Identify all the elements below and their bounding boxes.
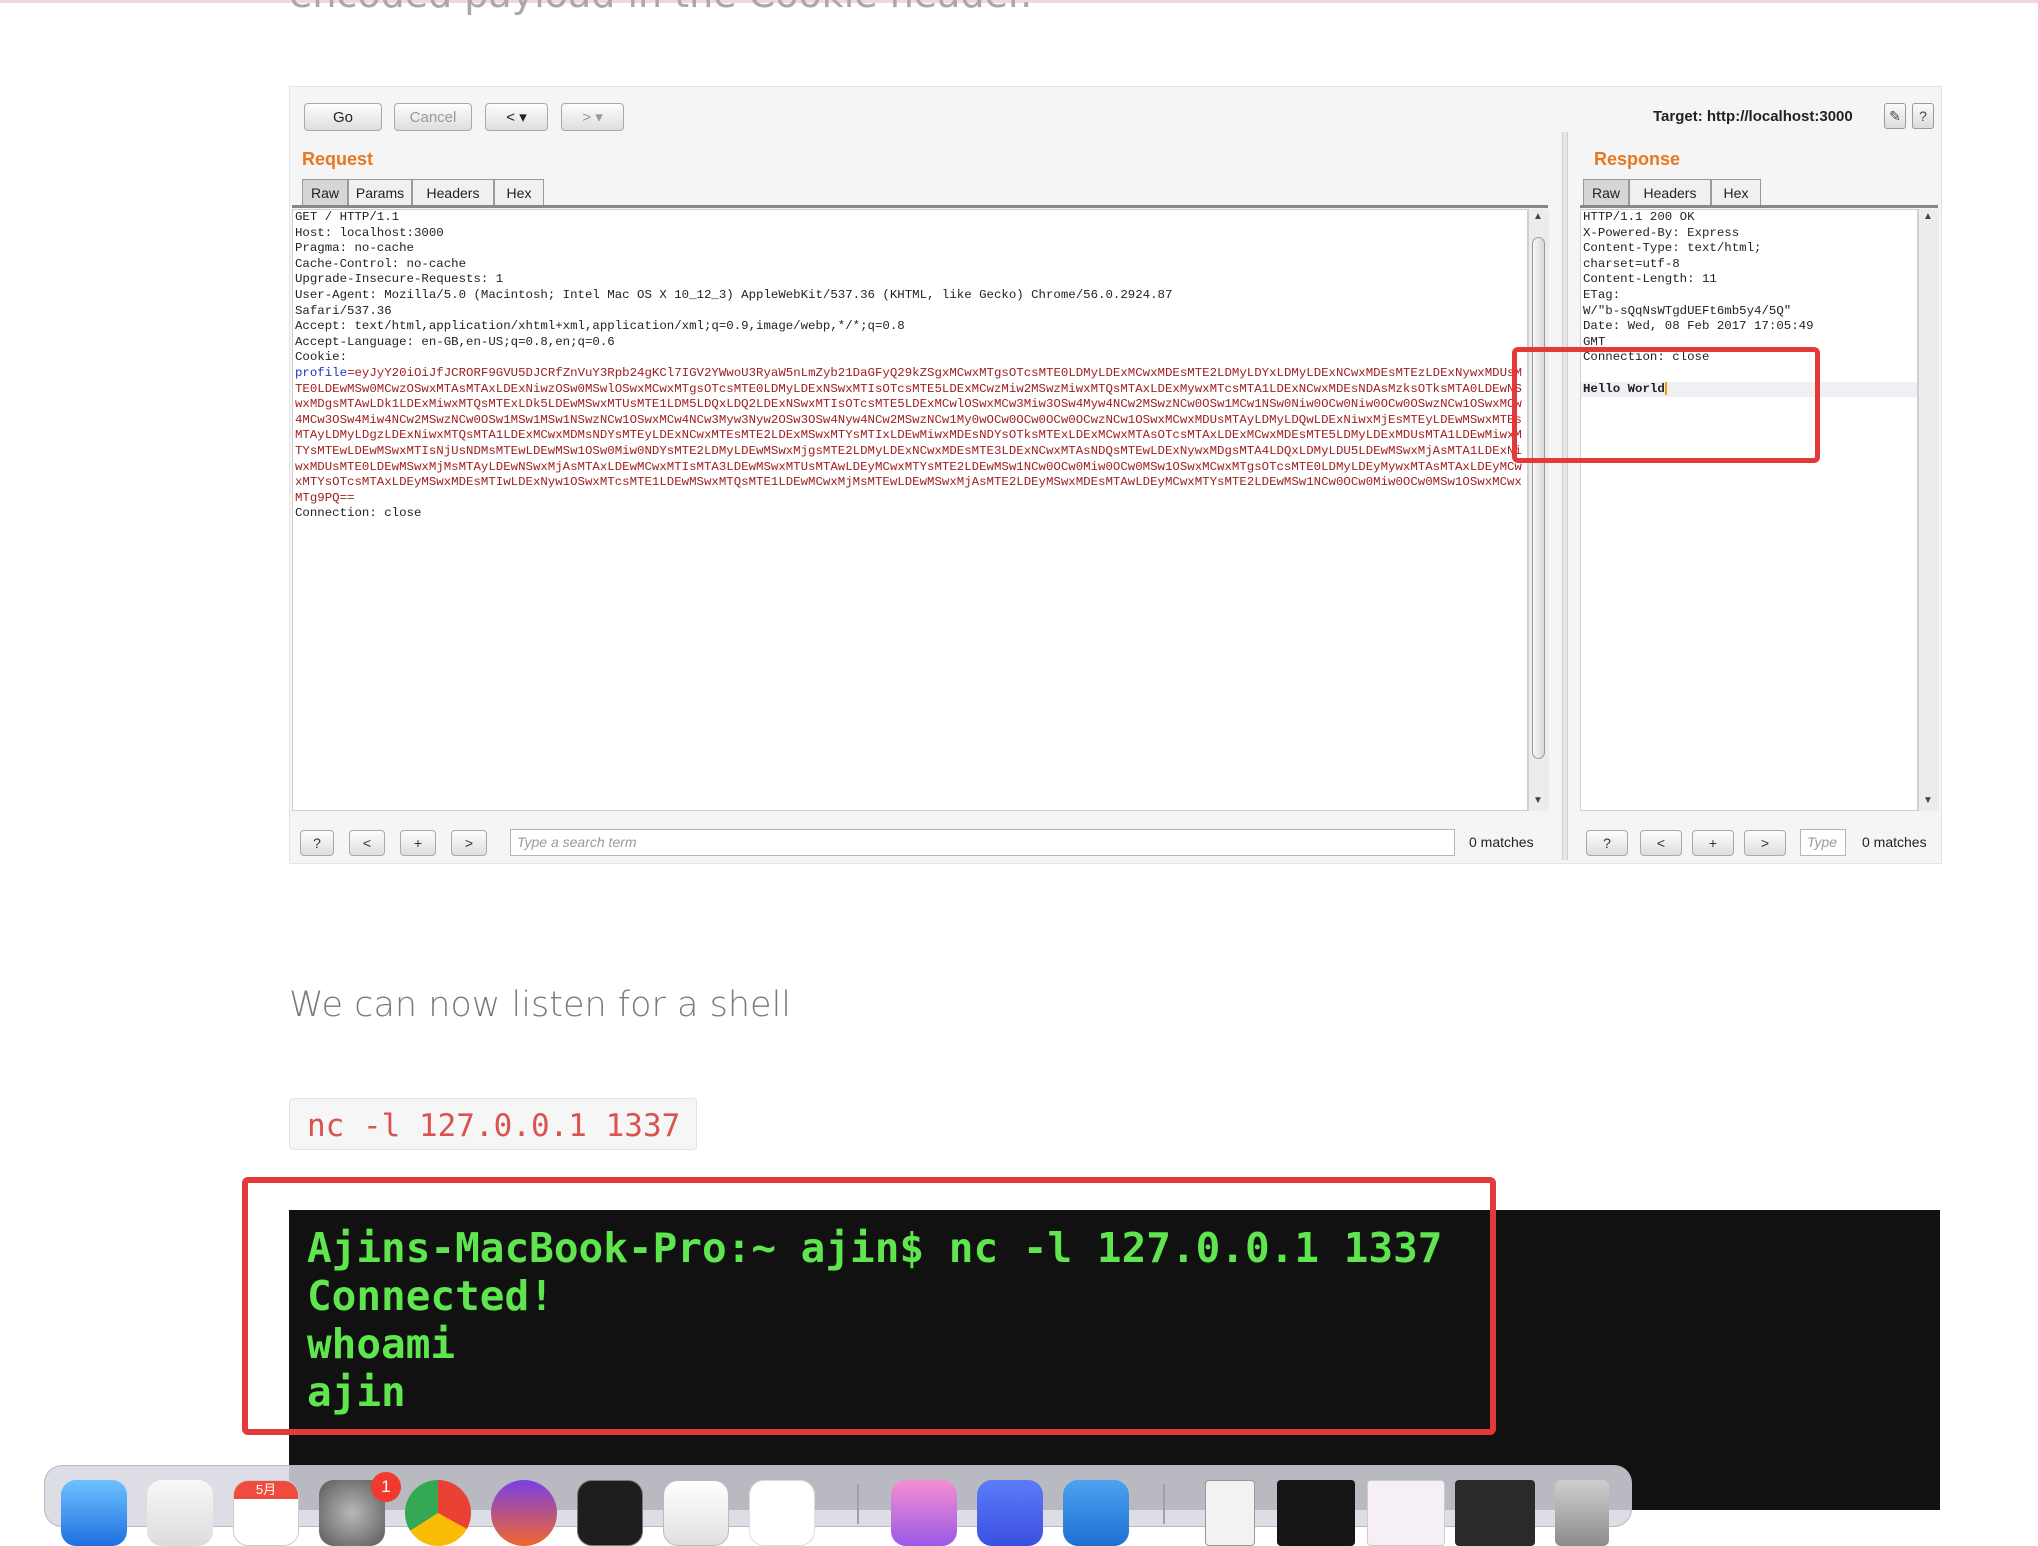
window-thumbnail-icon[interactable]: [1277, 1480, 1355, 1546]
request-search-input[interactable]: Type a search term: [510, 829, 1455, 856]
article-heading-cut: encoded payload in the Cookie header.: [289, 0, 1032, 16]
cookie-name: profile: [295, 365, 348, 380]
tab-response-raw[interactable]: Raw: [1583, 179, 1629, 206]
app-icon[interactable]: [663, 1480, 729, 1546]
request-search-add-button[interactable]: +: [400, 830, 436, 856]
request-line: Upgrade-Insecure-Requests: 1: [295, 272, 504, 287]
request-scrollbar[interactable]: ▲ ▼: [1528, 209, 1549, 811]
request-headers-text: GET / HTTP/1.1 Host: localhost:3000 Pragma…: [293, 210, 1527, 366]
tab-request-hex[interactable]: Hex: [494, 179, 544, 206]
burp-repeater-panel: Go Cancel < ▾ > ▾ Target: http://localho…: [289, 86, 1942, 864]
history-back-button[interactable]: < ▾: [485, 103, 548, 131]
response-line: W/"b-sQqNsWTgdUEFt6mb5y4/5Q": [1583, 303, 1792, 318]
request-search-prev-button[interactable]: <: [349, 830, 385, 856]
notification-badge: 1: [371, 1472, 401, 1502]
request-title: Request: [302, 149, 374, 169]
request-line: GET / HTTP/1.1: [295, 210, 400, 224]
cookie-profile-value: profile=eyJyY20iOiJfJCRORF9GVU5DJCRfZnVu…: [295, 365, 1522, 505]
calendar-icon[interactable]: 5月: [233, 1480, 299, 1546]
tab-request-params[interactable]: Params: [348, 179, 412, 206]
terminal-highlight-box: [242, 1177, 1496, 1435]
go-button[interactable]: Go: [304, 103, 382, 131]
vscode-icon[interactable]: [1063, 1480, 1129, 1546]
inline-code: nc -l 127.0.0.1 1337: [289, 1098, 697, 1150]
cat-app-icon[interactable]: [891, 1480, 957, 1546]
response-line: Content-Type: text/html;: [1583, 241, 1762, 256]
response-scrollbar[interactable]: ▲ ▼: [1918, 209, 1939, 811]
request-match-count: 0 matches: [1469, 834, 1534, 850]
trash-icon[interactable]: [1555, 1480, 1609, 1546]
article-subheading: We can now listen for a shell: [289, 985, 792, 1025]
calendar-month: 5月: [234, 1481, 298, 1499]
response-match-count: 0 matches: [1862, 834, 1927, 850]
dock-separator: [1163, 1484, 1165, 1524]
cancel-button[interactable]: Cancel: [394, 103, 472, 131]
response-title: Response: [1594, 149, 1681, 169]
request-line: Cache-Control: no-cache: [295, 256, 467, 271]
request-line: Accept: text/html,application/xhtml+xml,…: [295, 319, 905, 334]
response-search-add-button[interactable]: +: [1692, 830, 1734, 856]
window-thumbnail-icon[interactable]: [1367, 1480, 1445, 1546]
window-thumbnail-icon[interactable]: [1455, 1480, 1535, 1546]
response-line: X-Powered-By: Express: [1583, 225, 1740, 240]
response-highlight-box: [1512, 347, 1820, 463]
response-search-help-button[interactable]: ?: [1586, 830, 1628, 856]
response-line: HTTP/1.1 200 OK: [1583, 210, 1695, 224]
history-forward-button[interactable]: > ▾: [561, 103, 624, 131]
scroll-up-arrow-icon[interactable]: ▲: [1533, 211, 1543, 222]
pane-splitter[interactable]: [1562, 132, 1568, 860]
target-label: Target: http://localhost:3000: [1653, 108, 1853, 125]
request-search-help-button[interactable]: ?: [300, 830, 334, 856]
finder-icon[interactable]: [61, 1480, 127, 1546]
tab-request-raw[interactable]: Raw: [302, 179, 348, 206]
response-tab-rule: [1580, 205, 1938, 208]
response-editor[interactable]: HTTP/1.1 200 OK X-Powered-By: Express Cont…: [1580, 209, 1918, 811]
scroll-down-arrow-icon[interactable]: ▼: [1923, 795, 1933, 806]
request-scroll-thumb[interactable]: [1532, 237, 1545, 759]
response-line: ETag:: [1583, 287, 1621, 302]
response-search-prev-button[interactable]: <: [1640, 830, 1682, 856]
request-search-next-button[interactable]: >: [451, 830, 487, 856]
request-tab-rule: [292, 205, 1548, 208]
request-editor[interactable]: GET / HTTP/1.1 Host: localhost:3000 Pragma…: [292, 209, 1528, 811]
response-search-input[interactable]: Type: [1800, 829, 1846, 856]
response-search-next-button[interactable]: >: [1744, 830, 1786, 856]
xcode-icon[interactable]: [977, 1480, 1043, 1546]
launchpad-icon[interactable]: [147, 1480, 213, 1546]
scroll-down-arrow-icon[interactable]: ▼: [1533, 795, 1543, 806]
request-line: Cookie:: [295, 350, 348, 365]
help-icon[interactable]: ?: [1912, 103, 1934, 129]
edit-target-pencil-icon[interactable]: ✎: [1884, 103, 1906, 129]
firefox-icon[interactable]: [491, 1480, 557, 1546]
request-line: Pragma: no-cache: [295, 241, 414, 256]
qq-penguin-icon[interactable]: [749, 1480, 815, 1546]
response-line: charset=utf-8: [1583, 256, 1680, 271]
tab-response-hex[interactable]: Hex: [1711, 179, 1761, 206]
response-line: Date: Wed, 08 Feb 2017 17:05:49: [1583, 319, 1814, 334]
request-line: Accept-Language: en-GB,en-US;q=0.8,en;q=…: [295, 334, 615, 349]
macos-dock: 5月 1: [44, 1465, 1632, 1546]
request-line: Safari/537.36: [295, 303, 392, 318]
request-line: Host: localhost:3000: [295, 225, 444, 240]
terminal-app-icon[interactable]: [577, 1480, 643, 1546]
dock-separator: [857, 1484, 859, 1524]
response-line: Content-Length: 11: [1583, 272, 1717, 287]
scroll-up-arrow-icon[interactable]: ▲: [1923, 211, 1933, 222]
document-thumbnail-icon[interactable]: [1205, 1480, 1255, 1546]
chrome-icon[interactable]: [405, 1480, 471, 1546]
tab-response-headers[interactable]: Headers: [1629, 179, 1711, 206]
request-connection-line: Connection: close: [295, 506, 422, 521]
request-line: User-Agent: Mozilla/5.0 (Macintosh; Inte…: [295, 287, 1173, 302]
tab-request-headers[interactable]: Headers: [412, 179, 494, 206]
